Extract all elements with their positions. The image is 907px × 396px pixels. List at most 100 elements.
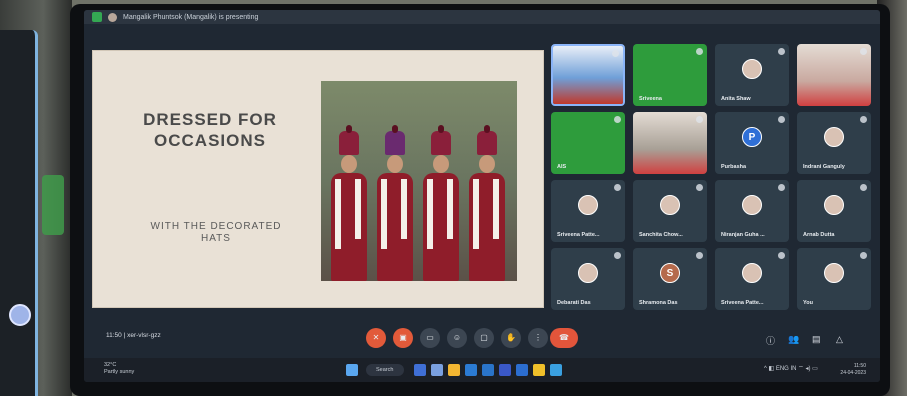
- weather-widget[interactable]: 32°C Partly sunny: [104, 362, 134, 376]
- windows-taskbar: 32°C Partly sunny Search ^ ◧ ENG IN ⌔ ◂)…: [84, 358, 880, 382]
- mic-muted-icon: [778, 252, 785, 259]
- participant-tile[interactable]: Sanchita Chow...: [633, 180, 707, 242]
- participant-avatar: [742, 194, 762, 215]
- participant-avatar: P: [742, 126, 762, 147]
- mic-off-icon[interactable]: ✕: [366, 328, 386, 348]
- end-call-icon[interactable]: ☎: [550, 328, 578, 348]
- slide-photo: [321, 81, 517, 281]
- person-figure: [327, 125, 371, 281]
- participant-tile[interactable]: Indrani Ganguly: [797, 112, 871, 174]
- store-icon[interactable]: [482, 364, 494, 376]
- windows-start-icon[interactable]: [346, 364, 358, 376]
- participant-tile[interactable]: You: [797, 248, 871, 310]
- participant-name: Purbasha: [721, 164, 747, 170]
- participant-avatar: S: [660, 262, 680, 283]
- participant-tile[interactable]: P Purbasha: [715, 112, 789, 174]
- bottle: [42, 175, 64, 235]
- meet-window: Mangalik Phuntsok (Mangalik) is presenti…: [84, 10, 880, 382]
- participant-tile[interactable]: S Shramona Das: [633, 248, 707, 310]
- mic-muted-icon: [612, 50, 619, 57]
- participant-name: Sriveena Patte...: [557, 232, 600, 238]
- taskbar-search[interactable]: Search: [366, 364, 404, 376]
- captions-icon[interactable]: ▭: [420, 328, 440, 348]
- present-icon[interactable]: ▢: [474, 328, 494, 348]
- participant-avatar: [824, 126, 844, 147]
- edge-icon[interactable]: [465, 364, 477, 376]
- slide-subtitle: WITH THE DECORATED HATS: [150, 221, 282, 244]
- meeting-controls: 11:50 | xer-vlsr-gzz ✕ ▣ ▭ ☺ ▢ ✋ ⋮ ☎ ⓘ 👥…: [84, 326, 880, 354]
- participant-tile[interactable]: Niranjan Guha ...: [715, 180, 789, 242]
- presenter-avatar: [108, 12, 117, 22]
- participant-name: Niranjan Guha ...: [721, 232, 765, 238]
- participant-name: Sriveena Patte...: [721, 300, 764, 306]
- mic-muted-icon: [778, 48, 785, 55]
- participant-tile[interactable]: Arnab Dutta: [797, 180, 871, 242]
- app-v-icon[interactable]: [499, 364, 511, 376]
- mic-muted-icon: [696, 252, 703, 259]
- participant-avatar: [578, 194, 598, 215]
- participant-avatar: [660, 194, 680, 215]
- participant-name: Debarati Das: [557, 300, 591, 306]
- participant-avatar: [824, 262, 844, 283]
- participant-name: AIS: [557, 164, 567, 170]
- shared-slide: DRESSED FOR OCCASIONS WITH THE DECORATED…: [92, 50, 544, 308]
- meeting-time-code: 11:50 | xer-vlsr-gzz: [106, 332, 161, 339]
- presenter-text: Mangalik Phuntsok (Mangalik) is presenti…: [123, 13, 259, 21]
- participant-name: Anita Shaw: [721, 96, 751, 102]
- participant-tile[interactable]: [797, 44, 871, 106]
- presenting-banner: Mangalik Phuntsok (Mangalik) is presenti…: [84, 10, 880, 24]
- task-view-icon[interactable]: [414, 364, 426, 376]
- info-icon[interactable]: ⓘ: [766, 334, 775, 347]
- participant-name: Indrani Ganguly: [803, 164, 845, 170]
- chat-icon[interactable]: ▤: [812, 334, 821, 345]
- participant-tile[interactable]: [551, 44, 625, 106]
- participant-name: Sriveena: [639, 96, 662, 102]
- participant-avatar: [824, 194, 844, 215]
- mic-muted-icon: [696, 48, 703, 55]
- more-icon[interactable]: ⋮: [528, 328, 548, 348]
- participant-tile[interactable]: [633, 112, 707, 174]
- participant-name: Arnab Dutta: [803, 232, 835, 238]
- mic-muted-icon: [696, 184, 703, 191]
- mic-muted-icon: [860, 252, 867, 259]
- taskbar-clock[interactable]: 11:50 24-04-2023: [840, 363, 866, 377]
- mic-muted-icon: [614, 252, 621, 259]
- shield-icon: [92, 12, 102, 22]
- participant-tile[interactable]: Sriveena Patte...: [551, 180, 625, 242]
- emoji-icon[interactable]: ☺: [447, 328, 467, 348]
- system-tray[interactable]: ^ ◧ ENG IN ⌔ ◂) ▭: [764, 364, 818, 372]
- mic-muted-icon: [614, 184, 621, 191]
- app-blue-icon[interactable]: [516, 364, 528, 376]
- camera-off-icon[interactable]: ▣: [393, 328, 413, 348]
- phone-screen: [0, 30, 38, 396]
- mic-muted-icon: [778, 116, 785, 123]
- person-figure: [373, 125, 417, 281]
- participant-avatar: [578, 262, 598, 283]
- person-figure: [465, 125, 509, 281]
- raise-hand-icon[interactable]: ✋: [501, 328, 521, 348]
- participant-tile[interactable]: Sriveena: [633, 44, 707, 106]
- mic-muted-icon: [696, 116, 703, 123]
- participant-tile[interactable]: Sriveena Patte...: [715, 248, 789, 310]
- participant-tile[interactable]: AIS: [551, 112, 625, 174]
- participant-name: Sanchita Chow...: [639, 232, 683, 238]
- chrome-icon[interactable]: [448, 364, 460, 376]
- participant-avatar: [742, 262, 762, 283]
- app-light-icon[interactable]: [550, 364, 562, 376]
- participant-name: Shramona Das: [639, 300, 678, 306]
- folder-icon[interactable]: [533, 364, 545, 376]
- mic-muted-icon: [614, 116, 621, 123]
- people-icon[interactable]: 👥: [788, 334, 799, 345]
- participant-name: You: [803, 300, 813, 306]
- person-figure: [419, 125, 463, 281]
- phone-home-button: [9, 304, 31, 326]
- mic-muted-icon: [778, 184, 785, 191]
- participant-tile[interactable]: Anita Shaw: [715, 44, 789, 106]
- participant-tile[interactable]: Debarati Das: [551, 248, 625, 310]
- activities-icon[interactable]: △: [836, 334, 843, 345]
- slide-title: DRESSED FOR OCCASIONS: [143, 110, 277, 150]
- mic-muted-icon: [860, 48, 867, 55]
- mic-muted-icon: [860, 116, 867, 123]
- chat-app-icon[interactable]: [431, 364, 443, 376]
- mic-muted-icon: [860, 184, 867, 191]
